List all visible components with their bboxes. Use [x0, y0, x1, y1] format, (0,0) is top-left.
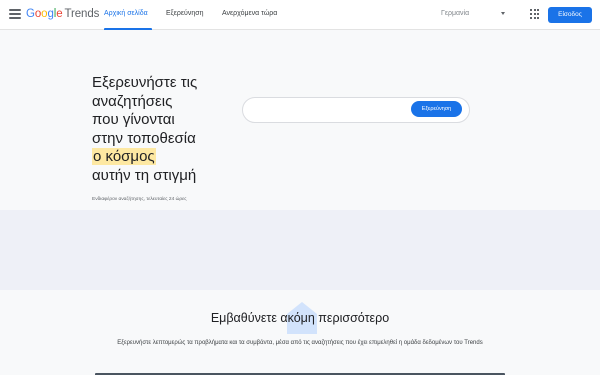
hero-title-line: αυτήν τη στιγμή [92, 166, 197, 184]
hero-title-line: Εξερευνήστε τις [92, 74, 198, 91]
hero-title-highlight: ο κόσμος [92, 148, 156, 165]
tab-trending-now[interactable]: Ανερχόμενα τώρα [222, 10, 277, 17]
hero-title-line: στην τοποθεσία [92, 129, 196, 147]
sign-in-button[interactable]: Είσοδος [548, 7, 592, 23]
hero-title-line: που γίνονται [92, 111, 175, 128]
tab-home[interactable]: Αρχική σελίδα [104, 10, 148, 17]
logo-letter: G [26, 8, 35, 20]
section-description: Εξερευνήστε λεπτομερώς τα προβλήματα και… [117, 340, 483, 346]
google-trends-logo[interactable]: Google Trends [26, 8, 99, 20]
hamburger-menu-icon[interactable] [9, 9, 21, 21]
country-select[interactable]: Γερμανία [441, 10, 469, 17]
logo-product-name: Trends [64, 8, 100, 20]
trending-chart-band [0, 210, 600, 290]
hero-title: Εξερευνήστε τις αναζητήσεις που γίνονται… [92, 74, 197, 185]
logo-letter: e [56, 8, 63, 20]
tab-explore[interactable]: Εξερεύνηση [166, 10, 203, 17]
section-title: Εμβαθύνετε ακόμη περισσότερο [210, 311, 390, 325]
hero-subtitle: Ενδιαφέρον αναζήτησης, τελευταίες 24 ώρε… [92, 197, 187, 202]
google-apps-icon[interactable] [530, 9, 540, 19]
dropdown-caret-icon[interactable] [501, 12, 505, 15]
top-app-bar: Google Trends Αρχική σελίδα Εξερεύνηση Αν… [0, 0, 600, 30]
hero-title-line: αναζητήσεις [92, 92, 173, 110]
explore-button[interactable]: Εξερεύνηση [411, 101, 462, 117]
